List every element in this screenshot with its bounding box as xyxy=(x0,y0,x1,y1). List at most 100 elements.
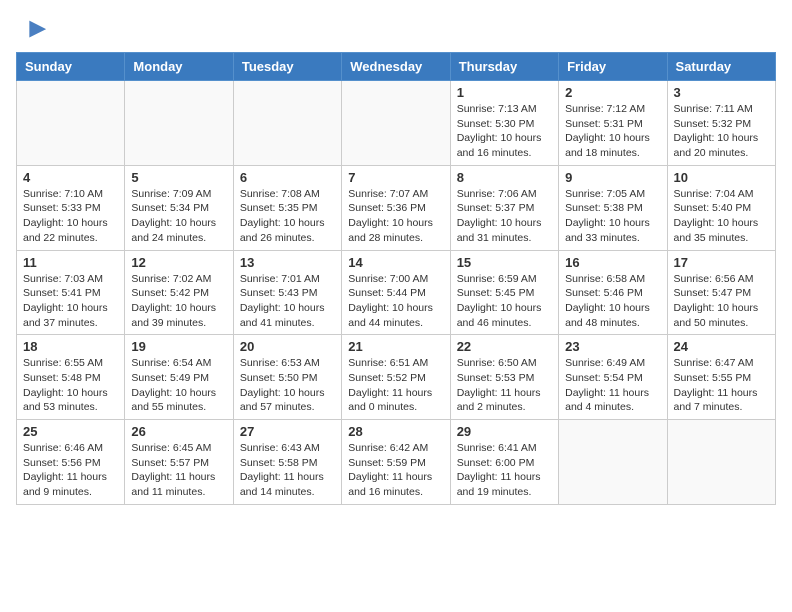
day-number: 18 xyxy=(23,339,118,354)
day-number: 7 xyxy=(348,170,443,185)
day-number: 9 xyxy=(565,170,660,185)
day-info: Sunrise: 7:12 AM Sunset: 5:31 PM Dayligh… xyxy=(565,102,660,161)
day-header-saturday: Saturday xyxy=(667,53,775,81)
calendar-cell: 4 Sunrise: 7:10 AM Sunset: 5:33 PM Daylig… xyxy=(17,165,125,250)
calendar-cell: 3 Sunrise: 7:11 AM Sunset: 5:32 PM Daylig… xyxy=(667,81,775,166)
calendar-cell: 5 Sunrise: 7:09 AM Sunset: 5:34 PM Daylig… xyxy=(125,165,233,250)
page-header xyxy=(16,16,776,44)
day-number: 3 xyxy=(674,85,769,100)
day-info: Sunrise: 6:49 AM Sunset: 5:54 PM Dayligh… xyxy=(565,356,660,415)
day-info: Sunrise: 6:43 AM Sunset: 5:58 PM Dayligh… xyxy=(240,441,335,500)
day-number: 2 xyxy=(565,85,660,100)
day-info: Sunrise: 7:05 AM Sunset: 5:38 PM Dayligh… xyxy=(565,187,660,246)
calendar-cell: 24 Sunrise: 6:47 AM Sunset: 5:55 PM Dayli… xyxy=(667,335,775,420)
day-number: 15 xyxy=(457,255,552,270)
day-header-sunday: Sunday xyxy=(17,53,125,81)
calendar-cell xyxy=(233,81,341,166)
calendar-cell xyxy=(17,81,125,166)
day-info: Sunrise: 7:02 AM Sunset: 5:42 PM Dayligh… xyxy=(131,272,226,331)
day-info: Sunrise: 6:45 AM Sunset: 5:57 PM Dayligh… xyxy=(131,441,226,500)
day-info: Sunrise: 6:42 AM Sunset: 5:59 PM Dayligh… xyxy=(348,441,443,500)
calendar-cell: 22 Sunrise: 6:50 AM Sunset: 5:53 PM Dayli… xyxy=(450,335,558,420)
day-number: 24 xyxy=(674,339,769,354)
calendar-cell: 27 Sunrise: 6:43 AM Sunset: 5:58 PM Dayli… xyxy=(233,420,341,505)
calendar-cell: 12 Sunrise: 7:02 AM Sunset: 5:42 PM Dayli… xyxy=(125,250,233,335)
day-info: Sunrise: 6:50 AM Sunset: 5:53 PM Dayligh… xyxy=(457,356,552,415)
day-number: 13 xyxy=(240,255,335,270)
day-number: 27 xyxy=(240,424,335,439)
calendar-cell: 7 Sunrise: 7:07 AM Sunset: 5:36 PM Daylig… xyxy=(342,165,450,250)
calendar-cell: 21 Sunrise: 6:51 AM Sunset: 5:52 PM Dayli… xyxy=(342,335,450,420)
day-number: 22 xyxy=(457,339,552,354)
calendar-cell: 14 Sunrise: 7:00 AM Sunset: 5:44 PM Dayli… xyxy=(342,250,450,335)
day-info: Sunrise: 7:09 AM Sunset: 5:34 PM Dayligh… xyxy=(131,187,226,246)
day-info: Sunrise: 6:55 AM Sunset: 5:48 PM Dayligh… xyxy=(23,356,118,415)
day-info: Sunrise: 6:51 AM Sunset: 5:52 PM Dayligh… xyxy=(348,356,443,415)
day-info: Sunrise: 7:13 AM Sunset: 5:30 PM Dayligh… xyxy=(457,102,552,161)
day-number: 16 xyxy=(565,255,660,270)
calendar-cell: 25 Sunrise: 6:46 AM Sunset: 5:56 PM Dayli… xyxy=(17,420,125,505)
calendar-cell: 15 Sunrise: 6:59 AM Sunset: 5:45 PM Dayli… xyxy=(450,250,558,335)
day-number: 20 xyxy=(240,339,335,354)
day-info: Sunrise: 6:59 AM Sunset: 5:45 PM Dayligh… xyxy=(457,272,552,331)
day-header-tuesday: Tuesday xyxy=(233,53,341,81)
day-info: Sunrise: 7:00 AM Sunset: 5:44 PM Dayligh… xyxy=(348,272,443,331)
calendar-cell xyxy=(559,420,667,505)
calendar-cell: 18 Sunrise: 6:55 AM Sunset: 5:48 PM Dayli… xyxy=(17,335,125,420)
day-info: Sunrise: 7:04 AM Sunset: 5:40 PM Dayligh… xyxy=(674,187,769,246)
day-info: Sunrise: 6:56 AM Sunset: 5:47 PM Dayligh… xyxy=(674,272,769,331)
calendar-cell: 1Sunrise: 7:13 AM Sunset: 5:30 PM Daylig… xyxy=(450,81,558,166)
calendar-cell: 13 Sunrise: 7:01 AM Sunset: 5:43 PM Dayli… xyxy=(233,250,341,335)
day-number: 26 xyxy=(131,424,226,439)
day-info: Sunrise: 6:46 AM Sunset: 5:56 PM Dayligh… xyxy=(23,441,118,500)
calendar-cell: 23 Sunrise: 6:49 AM Sunset: 5:54 PM Dayli… xyxy=(559,335,667,420)
day-info: Sunrise: 6:54 AM Sunset: 5:49 PM Dayligh… xyxy=(131,356,226,415)
day-number: 6 xyxy=(240,170,335,185)
day-number: 23 xyxy=(565,339,660,354)
day-header-monday: Monday xyxy=(125,53,233,81)
day-number: 5 xyxy=(131,170,226,185)
calendar-week-2: 4 Sunrise: 7:10 AM Sunset: 5:33 PM Daylig… xyxy=(17,165,776,250)
logo xyxy=(16,16,48,44)
calendar-header-row: SundayMondayTuesdayWednesdayThursdayFrid… xyxy=(17,53,776,81)
calendar-cell: 8Sunrise: 7:06 AM Sunset: 5:37 PM Daylig… xyxy=(450,165,558,250)
day-header-wednesday: Wednesday xyxy=(342,53,450,81)
day-number: 21 xyxy=(348,339,443,354)
day-header-friday: Friday xyxy=(559,53,667,81)
calendar-cell: 2 Sunrise: 7:12 AM Sunset: 5:31 PM Daylig… xyxy=(559,81,667,166)
calendar-cell: 6 Sunrise: 7:08 AM Sunset: 5:35 PM Daylig… xyxy=(233,165,341,250)
calendar-week-4: 18 Sunrise: 6:55 AM Sunset: 5:48 PM Dayli… xyxy=(17,335,776,420)
calendar-cell: 28 Sunrise: 6:42 AM Sunset: 5:59 PM Dayli… xyxy=(342,420,450,505)
calendar-cell xyxy=(342,81,450,166)
day-header-thursday: Thursday xyxy=(450,53,558,81)
logo-icon xyxy=(20,16,48,44)
day-number: 14 xyxy=(348,255,443,270)
day-number: 12 xyxy=(131,255,226,270)
calendar-week-3: 11 Sunrise: 7:03 AM Sunset: 5:41 PM Dayli… xyxy=(17,250,776,335)
day-number: 17 xyxy=(674,255,769,270)
day-info: Sunrise: 6:41 AM Sunset: 6:00 PM Dayligh… xyxy=(457,441,552,500)
day-info: Sunrise: 7:03 AM Sunset: 5:41 PM Dayligh… xyxy=(23,272,118,331)
day-number: 25 xyxy=(23,424,118,439)
day-number: 28 xyxy=(348,424,443,439)
day-number: 19 xyxy=(131,339,226,354)
day-number: 4 xyxy=(23,170,118,185)
calendar-cell: 9 Sunrise: 7:05 AM Sunset: 5:38 PM Daylig… xyxy=(559,165,667,250)
day-info: Sunrise: 7:08 AM Sunset: 5:35 PM Dayligh… xyxy=(240,187,335,246)
calendar-cell: 17 Sunrise: 6:56 AM Sunset: 5:47 PM Dayli… xyxy=(667,250,775,335)
day-info: Sunrise: 7:10 AM Sunset: 5:33 PM Dayligh… xyxy=(23,187,118,246)
day-info: Sunrise: 7:07 AM Sunset: 5:36 PM Dayligh… xyxy=(348,187,443,246)
calendar-week-1: 1Sunrise: 7:13 AM Sunset: 5:30 PM Daylig… xyxy=(17,81,776,166)
day-number: 29 xyxy=(457,424,552,439)
day-info: Sunrise: 6:47 AM Sunset: 5:55 PM Dayligh… xyxy=(674,356,769,415)
day-info: Sunrise: 7:11 AM Sunset: 5:32 PM Dayligh… xyxy=(674,102,769,161)
day-number: 11 xyxy=(23,255,118,270)
calendar-table: SundayMondayTuesdayWednesdayThursdayFrid… xyxy=(16,52,776,505)
calendar-cell: 11 Sunrise: 7:03 AM Sunset: 5:41 PM Dayli… xyxy=(17,250,125,335)
calendar-cell: 26 Sunrise: 6:45 AM Sunset: 5:57 PM Dayli… xyxy=(125,420,233,505)
day-info: Sunrise: 7:01 AM Sunset: 5:43 PM Dayligh… xyxy=(240,272,335,331)
calendar-cell: 19 Sunrise: 6:54 AM Sunset: 5:49 PM Dayli… xyxy=(125,335,233,420)
calendar-week-5: 25 Sunrise: 6:46 AM Sunset: 5:56 PM Dayli… xyxy=(17,420,776,505)
calendar-cell: 29 Sunrise: 6:41 AM Sunset: 6:00 PM Dayli… xyxy=(450,420,558,505)
day-number: 8 xyxy=(457,170,552,185)
